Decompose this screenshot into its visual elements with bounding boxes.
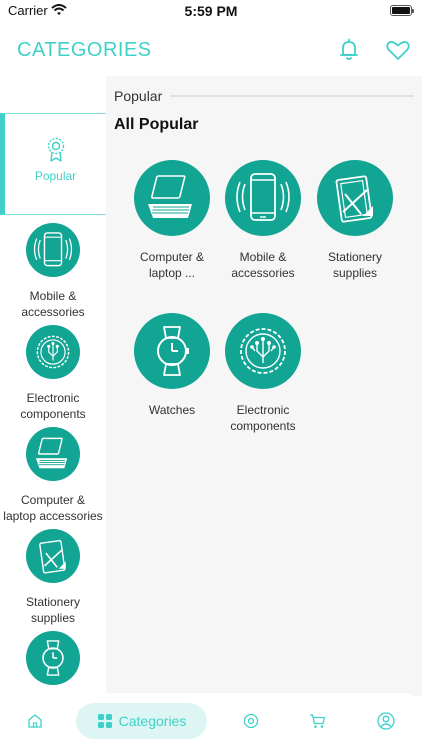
category-card-electronic[interactable]: Electronic components <box>217 313 309 434</box>
home-icon <box>28 714 42 728</box>
nav-categories-label: Categories <box>118 713 187 729</box>
sidebar-item-stationery[interactable]: Stationery supplies <box>0 529 106 626</box>
section-divider <box>170 95 414 97</box>
bottom-nav: Categories <box>0 693 422 750</box>
stationery-icon <box>26 529 80 583</box>
bell-icon[interactable] <box>335 36 363 64</box>
profile-icon <box>377 712 395 730</box>
sidebar-item-watches[interactable] <box>0 631 106 690</box>
mobile-icon <box>26 223 80 277</box>
page-title: CATEGORIES <box>17 39 152 61</box>
main-content: Popular All Popular Computer & laptop ..… <box>106 76 422 696</box>
sidebar-item-label: Stationery supplies <box>25 595 81 625</box>
app-header: CATEGORIES <box>0 26 422 76</box>
watch-icon <box>134 313 210 389</box>
sidebar-item-label: Popular <box>34 169 77 183</box>
category-label: Mobile & accessories <box>231 250 295 280</box>
award-ribbon-icon <box>47 137 65 162</box>
circuit-icon <box>26 325 80 379</box>
stationery-icon <box>317 160 393 236</box>
category-card-mobile[interactable]: Mobile & accessories <box>217 160 309 281</box>
category-label: Electronic components <box>230 403 296 433</box>
sidebar-item-mobile[interactable]: Mobile & accessories <box>0 223 106 320</box>
sidebar-item-label: Electronic components <box>20 391 86 421</box>
laptop-icon <box>134 160 210 236</box>
status-bar: Carrier 5:59 PM <box>0 0 422 24</box>
laptop-icon <box>26 427 80 481</box>
category-card-computer[interactable]: Computer & laptop ... <box>126 160 218 281</box>
nav-categories[interactable]: Categories <box>76 703 207 739</box>
category-card-stationery[interactable]: Stationery supplies <box>309 160 401 281</box>
section-title: All Popular <box>114 116 199 133</box>
category-sidebar: Popular Mobile & accessories Electronic … <box>0 113 106 693</box>
nav-cart[interactable] <box>302 703 332 739</box>
center-icon <box>243 713 259 729</box>
sidebar-item-label: Mobile & accessories <box>21 289 85 319</box>
nav-center[interactable] <box>236 703 266 739</box>
battery-icon <box>390 5 414 16</box>
sidebar-item-popular[interactable]: Popular <box>0 113 106 215</box>
nav-profile[interactable] <box>371 703 401 739</box>
section-label: Popular <box>114 88 163 104</box>
clock: 5:59 PM <box>184 3 238 19</box>
cart-icon <box>309 714 325 728</box>
category-label: Stationery supplies <box>327 250 383 280</box>
category-label: Computer & laptop ... <box>139 250 205 280</box>
heart-icon[interactable] <box>384 36 412 64</box>
sidebar-item-label: Computer & laptop accessories <box>3 493 103 523</box>
nav-home[interactable] <box>20 703 50 739</box>
mobile-icon <box>225 160 301 236</box>
category-card-watches[interactable]: Watches <box>126 313 218 418</box>
categories-icon <box>97 714 112 728</box>
category-label: Watches <box>148 403 196 417</box>
watch-icon <box>26 631 80 685</box>
sidebar-item-electronic[interactable]: Electronic components <box>0 325 106 422</box>
circuit-icon <box>225 313 301 389</box>
sidebar-item-computer[interactable]: Computer & laptop accessories <box>0 427 106 524</box>
